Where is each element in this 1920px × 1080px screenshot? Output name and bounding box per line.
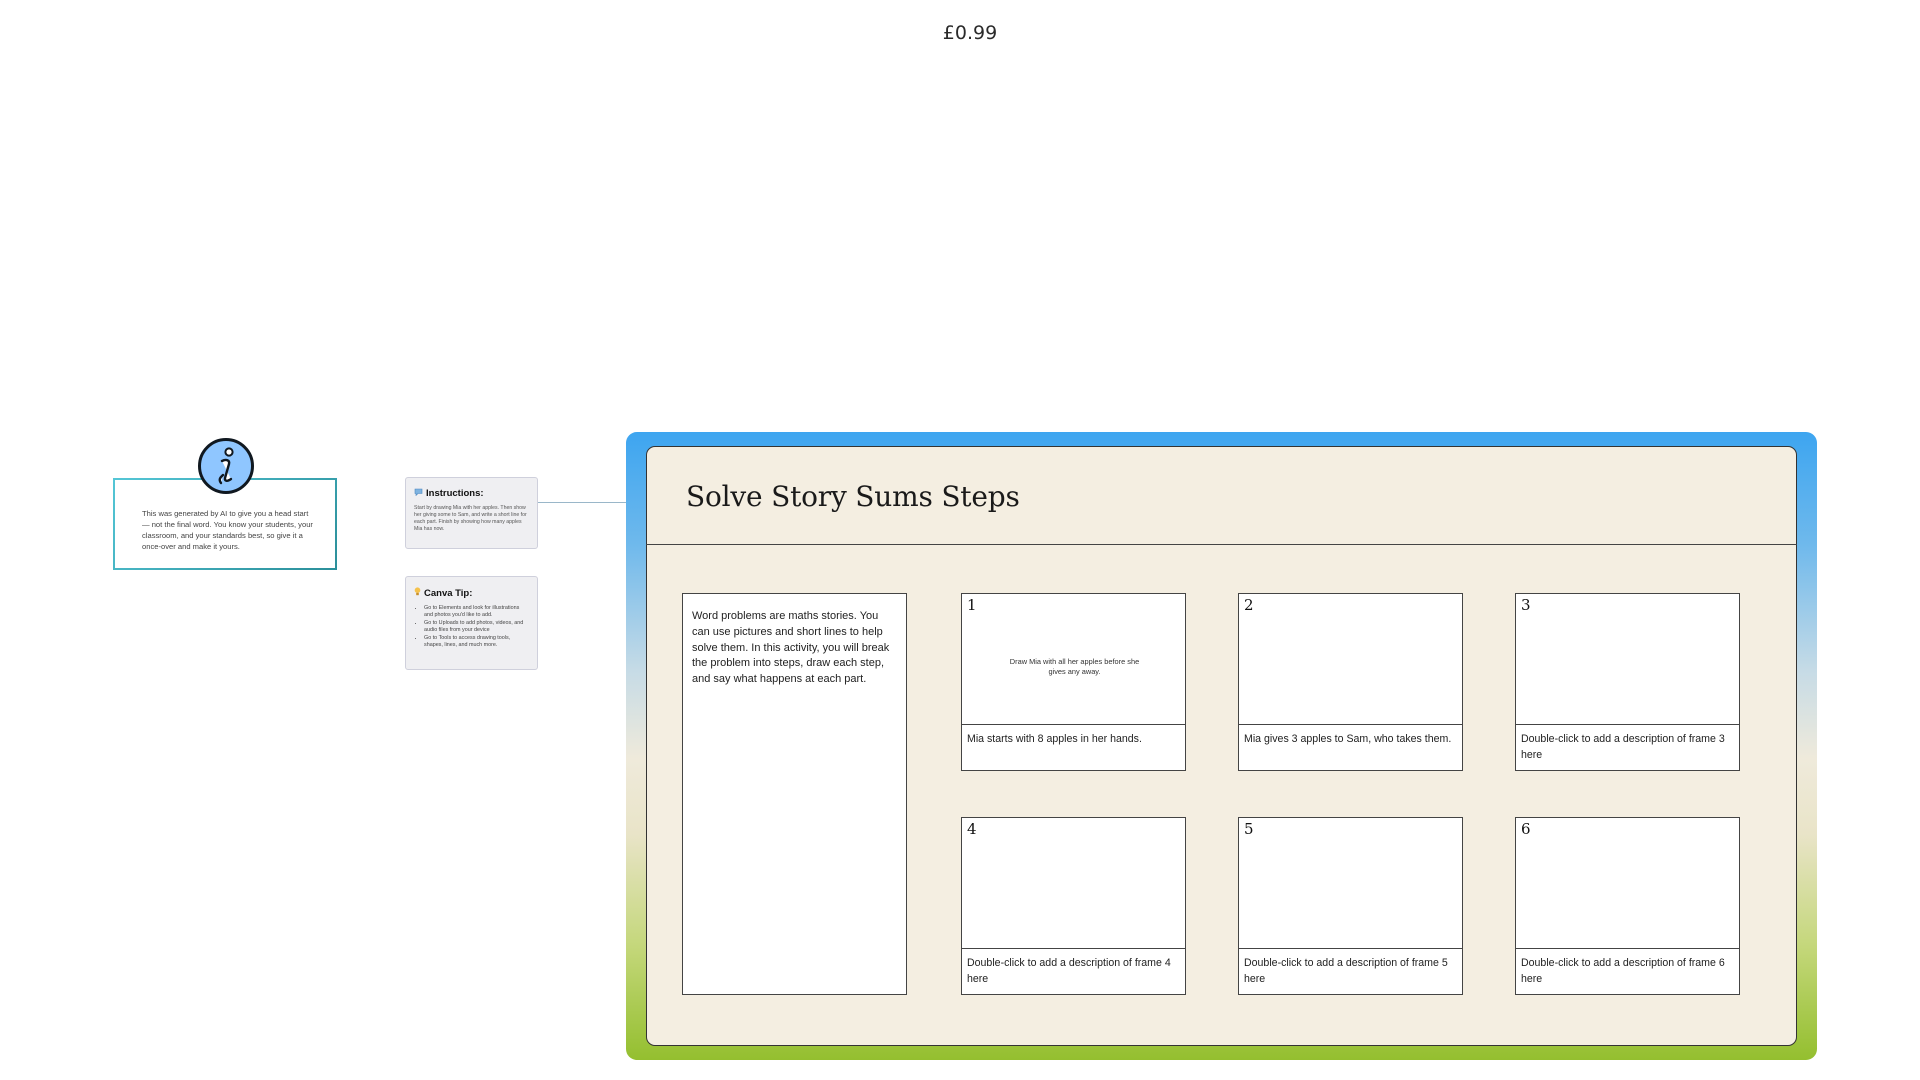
frame-caption[interactable]: Double-click to add a description of fra… xyxy=(1244,956,1456,987)
canva-tip-list: Go to Elements and look for illustration… xyxy=(414,605,529,649)
story-frame-5[interactable]: 5 Double-click to add a description of f… xyxy=(1238,817,1463,995)
canvas: £0.99 This was generated by AI to give y… xyxy=(0,0,1920,1080)
story-frame-6[interactable]: 6 Double-click to add a description of f… xyxy=(1515,817,1740,995)
canva-tip-item: Go to Elements and look for illustration… xyxy=(424,605,529,620)
frame-picture-area[interactable] xyxy=(1239,818,1462,949)
canva-tip-card[interactable]: Canva Tip: Go to Elements and look for i… xyxy=(405,576,538,670)
storyboard-title[interactable]: Solve Story Sums Steps xyxy=(686,480,1020,513)
frame-number: 4 xyxy=(967,820,977,838)
frame-picture-note: Draw Mia with all her apples before she … xyxy=(1009,657,1140,676)
instructions-body: Start by drawing Mia with her apples. Th… xyxy=(414,505,527,532)
frame-caption[interactable]: Mia gives 3 apples to Sam, who takes the… xyxy=(1244,732,1456,748)
intro-text-box[interactable]: Word problems are maths stories. You can… xyxy=(682,593,907,995)
frame-number: 3 xyxy=(1521,596,1531,614)
frame-picture-area[interactable] xyxy=(962,818,1185,949)
ai-info-text: This was generated by AI to give you a h… xyxy=(142,509,313,551)
frame-number: 2 xyxy=(1244,596,1254,614)
frame-picture-area[interactable] xyxy=(1516,594,1739,725)
canva-tip-header: Canva Tip: xyxy=(414,587,529,599)
story-frame-2[interactable]: 2 Mia gives 3 apples to Sam, who takes t… xyxy=(1238,593,1463,771)
speech-bubble-icon xyxy=(414,488,423,499)
frame-caption[interactable]: Double-click to add a description of fra… xyxy=(1521,732,1733,763)
frame-picture-area[interactable] xyxy=(1239,594,1462,725)
price-label: £0.99 xyxy=(942,22,998,44)
story-frame-1[interactable]: 1 Draw Mia with all her apples before sh… xyxy=(961,593,1186,771)
info-icon xyxy=(198,438,254,494)
instructions-header: Instructions: xyxy=(414,488,529,499)
frame-picture-area[interactable] xyxy=(1516,818,1739,949)
frame-caption[interactable]: Double-click to add a description of fra… xyxy=(967,956,1179,987)
info-glyph xyxy=(218,447,234,485)
story-frame-4[interactable]: 4 Double-click to add a description of f… xyxy=(961,817,1186,995)
instructions-title: Instructions: xyxy=(426,488,484,499)
lightbulb-icon xyxy=(414,587,421,599)
instructions-card[interactable]: Instructions: Start by drawing Mia with … xyxy=(405,477,538,549)
title-divider xyxy=(646,544,1797,545)
connector-line xyxy=(538,502,628,503)
frame-number: 1 xyxy=(967,596,977,614)
frame-caption[interactable]: Double-click to add a description of fra… xyxy=(1521,956,1733,987)
frame-number: 5 xyxy=(1244,820,1254,838)
canva-tip-item: Go to Uploads to add photos, videos, and… xyxy=(424,620,529,635)
canva-tip-title: Canva Tip: xyxy=(424,587,473,599)
story-frame-3[interactable]: 3 Double-click to add a description of f… xyxy=(1515,593,1740,771)
frame-number: 6 xyxy=(1521,820,1531,838)
canva-tip-item: Go to Tools to access drawing tools, sha… xyxy=(424,635,529,650)
frame-caption[interactable]: Mia starts with 8 apples in her hands. xyxy=(967,732,1179,748)
